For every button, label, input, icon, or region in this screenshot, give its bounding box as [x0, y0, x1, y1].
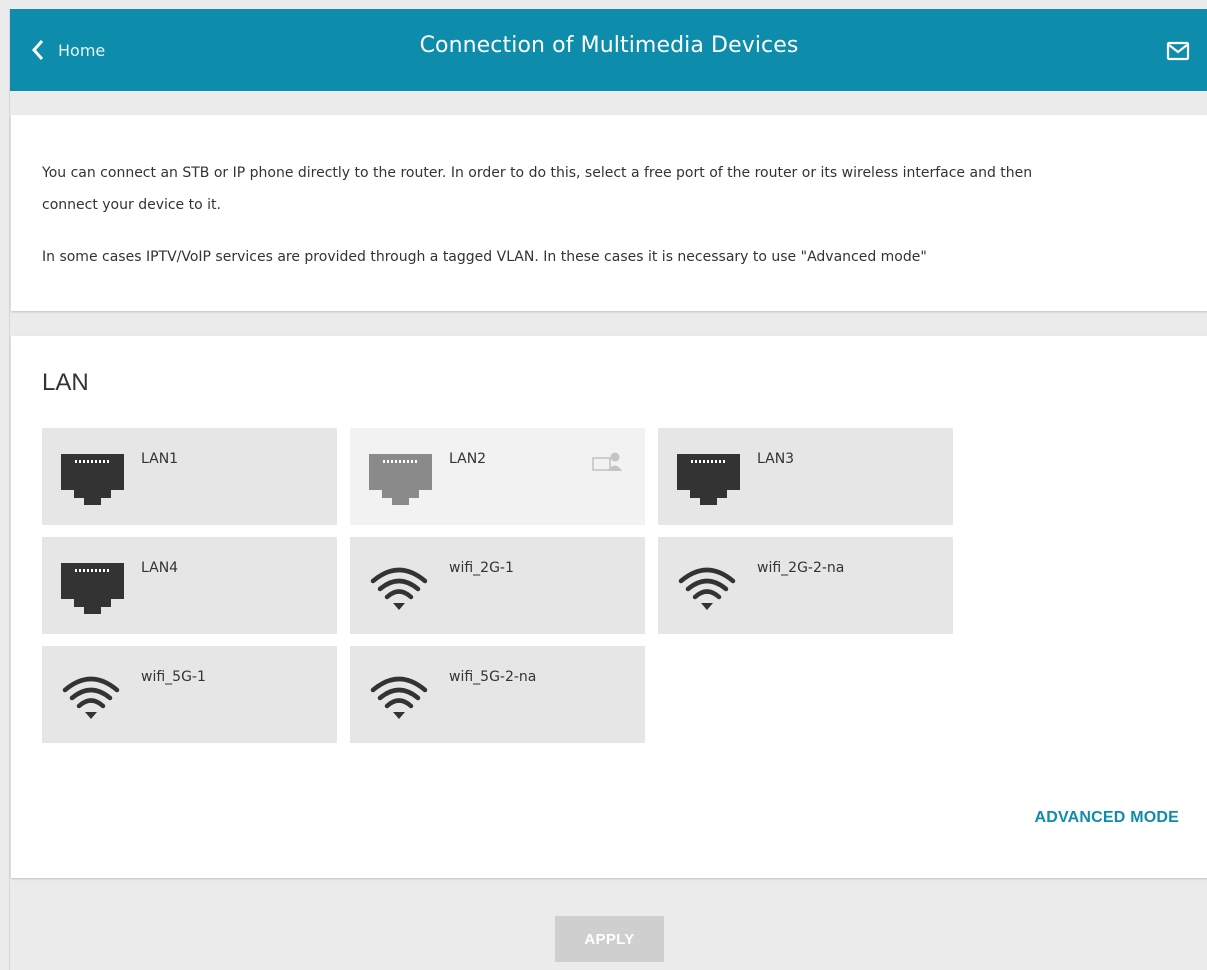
wifi-icon — [678, 567, 736, 610]
ethernet-port-icon — [61, 563, 124, 614]
interface-tile-wifi-2g-2-na[interactable]: wifi_2G-2-na — [658, 537, 953, 634]
interface-tile-wifi-5g-1[interactable]: wifi_5G-1 — [42, 646, 337, 743]
lan-card: LAN LAN1 LAN2 LAN3 LAN4 wifi_2G-1 wifi_2… — [11, 336, 1207, 878]
interface-label: wifi_2G-1 — [449, 560, 514, 576]
top-bar: Home Connection of Multimedia Devices — [10, 9, 1207, 91]
apply-button[interactable]: APPLY — [555, 916, 664, 962]
interface-label: LAN3 — [757, 451, 795, 467]
info-text-advanced: In some cases IPTV/VoIP services are pro… — [42, 249, 927, 265]
page-title: Connection of Multimedia Devices — [419, 33, 799, 58]
interface-tile-lan2[interactable]: LAN2 — [350, 428, 645, 525]
page-frame: Home Connection of Multimedia Devices Yo… — [9, 9, 1207, 970]
advanced-mode-link[interactable]: ADVANCED MODE — [1034, 809, 1179, 827]
ethernet-port-icon — [369, 454, 432, 505]
interface-label: wifi_2G-2-na — [757, 560, 845, 576]
ethernet-port-icon — [677, 454, 740, 505]
interface-tile-wifi-5g-2-na[interactable]: wifi_5G-2-na — [350, 646, 645, 743]
interface-tile-lan4[interactable]: LAN4 — [42, 537, 337, 634]
interface-tile-lan1[interactable]: LAN1 — [42, 428, 337, 525]
interface-label: wifi_5G-2-na — [449, 669, 537, 685]
info-card: You can connect an STB or IP phone direc… — [11, 115, 1207, 311]
interface-label: LAN1 — [141, 451, 179, 467]
info-text-line-2: connect your device to it. — [42, 197, 221, 213]
wifi-icon — [62, 676, 120, 719]
connected-device-icon — [592, 452, 622, 471]
interface-tile-wifi-2g-1[interactable]: wifi_2G-1 — [350, 537, 645, 634]
interface-label: LAN2 — [449, 451, 487, 467]
interface-tile-lan3[interactable]: LAN3 — [658, 428, 953, 525]
envelope-icon[interactable] — [1166, 39, 1190, 63]
info-text-line-1: You can connect an STB or IP phone direc… — [42, 165, 1033, 181]
ethernet-port-icon — [61, 454, 124, 505]
wifi-icon — [370, 567, 428, 610]
wifi-icon — [370, 676, 428, 719]
interface-label: LAN4 — [141, 560, 179, 576]
lan-section-title: LAN — [42, 369, 89, 396]
interface-label: wifi_5G-1 — [141, 669, 206, 685]
